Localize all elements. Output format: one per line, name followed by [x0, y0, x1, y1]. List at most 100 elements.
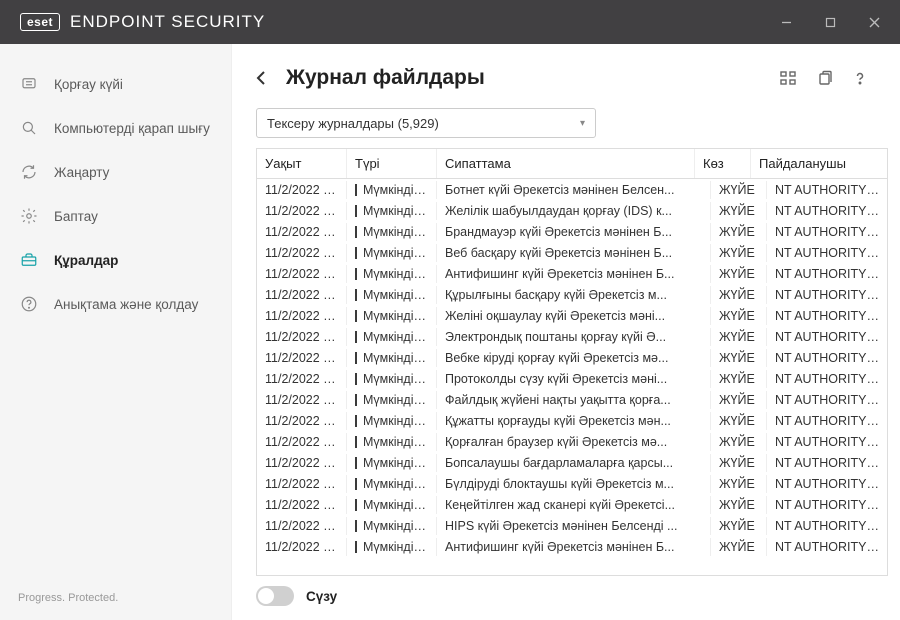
- cell-desc: Протоколды сүзу күйі Әрекетсіз мәні...: [437, 370, 711, 388]
- cell-time: 11/2/2022 8...: [257, 223, 347, 241]
- cell-desc: Веб басқару күйі Әрекетсіз мәнінен Б...: [437, 244, 711, 262]
- table-row[interactable]: 11/2/2022 8...Мүмкіндік ө...Желілік шабу…: [257, 200, 887, 221]
- cell-time: 11/2/2022 8...: [257, 307, 347, 325]
- sidebar-item-tools[interactable]: Құралдар: [0, 238, 231, 282]
- table-row[interactable]: 11/2/2022 8...Мүмкіндік ө...Веб басқару …: [257, 242, 887, 263]
- table-row[interactable]: 11/2/2022 8...Мүмкіндік ө...Электрондық …: [257, 326, 887, 347]
- table-row[interactable]: 11/2/2022 8...Мүмкіндік ө...Құжатты қорғ…: [257, 410, 887, 431]
- col-source-header[interactable]: Көз: [695, 149, 751, 178]
- cell-type: Мүмкіндік ө...: [347, 328, 437, 346]
- cell-user: NT AUTHORITY\SY...: [767, 202, 887, 220]
- cell-type: Мүмкіндік ө...: [347, 202, 437, 220]
- cell-desc: Кеңейтілген жад сканері күйі Әрекетсі...: [437, 496, 711, 514]
- cell-type: Мүмкіндік ө...: [347, 181, 437, 199]
- table-row[interactable]: 11/2/2022 8...Мүмкіндік ө...Антифишинг к…: [257, 536, 887, 557]
- app-title: ENDPOINT SECURITY: [70, 12, 265, 32]
- table-row[interactable]: 11/2/2022 8...Мүмкіндік ө...Антифишинг к…: [257, 263, 887, 284]
- log-type-dropdown[interactable]: Тексеру журналдары (5,929) ▾: [256, 108, 596, 138]
- log-table: Уақыт Түрі Сипаттама Көз Пайдаланушы 11/…: [256, 148, 888, 576]
- cell-source: ЖҮЙЕ: [711, 223, 767, 241]
- cell-type: Мүмкіндік ө...: [347, 391, 437, 409]
- table-row[interactable]: 11/2/2022 8...Мүмкіндік ө...Протоколды с…: [257, 368, 887, 389]
- logo: eset: [20, 13, 60, 31]
- help-button[interactable]: [844, 62, 876, 94]
- cell-type: Мүмкіндік ө...: [347, 370, 437, 388]
- table-row[interactable]: 11/2/2022 8...Мүмкіндік ө...Бүлдіруді бл…: [257, 473, 887, 494]
- search-icon: [18, 117, 40, 139]
- col-type-header[interactable]: Түрі: [347, 149, 437, 178]
- cell-type: Мүмкіндік ө...: [347, 454, 437, 472]
- sidebar-item-status[interactable]: Қорғау күйі: [0, 62, 231, 106]
- cell-desc: Электрондық поштаны қорғау күйі Ә...: [437, 328, 711, 346]
- cell-user: NT AUTHORITY\SY...: [767, 496, 887, 514]
- cell-user: NT AUTHORITY\SY...: [767, 370, 887, 388]
- table-row[interactable]: 11/2/2022 8...Мүмкіндік ө...Қорғалған бр…: [257, 431, 887, 452]
- cell-user: NT AUTHORITY\SY...: [767, 391, 887, 409]
- table-row[interactable]: 11/2/2022 8...Мүмкіндік ө...Желіні оқшау…: [257, 305, 887, 326]
- back-button[interactable]: [250, 67, 272, 89]
- close-button[interactable]: [852, 0, 896, 44]
- cell-type: Мүмкіндік ө...: [347, 307, 437, 325]
- cell-type: Мүмкіндік ө...: [347, 475, 437, 493]
- cell-time: 11/2/2022 8...: [257, 328, 347, 346]
- cell-user: NT AUTHORITY\SY...: [767, 307, 887, 325]
- cell-source: ЖҮЙЕ: [711, 517, 767, 535]
- table-row[interactable]: 11/2/2022 8...Мүмкіндік ө...Брандмауэр к…: [257, 221, 887, 242]
- col-desc-header[interactable]: Сипаттама: [437, 149, 695, 178]
- view-options-button[interactable]: [772, 62, 804, 94]
- sidebar-item-setup[interactable]: Баптау: [0, 194, 231, 238]
- cell-source: ЖҮЙЕ: [711, 202, 767, 220]
- cell-source: ЖҮЙЕ: [711, 391, 767, 409]
- cell-type: Мүмкіндік ө...: [347, 412, 437, 430]
- table-row[interactable]: 11/2/2022 8...Мүмкіндік ө...Кеңейтілген …: [257, 494, 887, 515]
- table-row[interactable]: 11/2/2022 8...Мүмкіндік ө...Ботнет күйі …: [257, 179, 887, 200]
- cell-user: NT AUTHORITY\SY...: [767, 538, 887, 556]
- maximize-button[interactable]: [808, 0, 852, 44]
- sidebar-item-label: Анықтама және қолдау: [54, 297, 198, 312]
- sidebar-item-label: Баптау: [54, 209, 98, 224]
- cell-desc: Құжатты қорғауды күйі Әрекетсіз мән...: [437, 412, 711, 430]
- table-row[interactable]: 11/2/2022 8...Мүмкіндік ө...Файлдық жүйе…: [257, 389, 887, 410]
- table-row[interactable]: 11/2/2022 8...Мүмкіндік ө...Құрылғыны ба…: [257, 284, 887, 305]
- cell-source: ЖҮЙЕ: [711, 349, 767, 367]
- cell-type: Мүмкіндік ө...: [347, 223, 437, 241]
- col-time-header[interactable]: Уақыт: [257, 149, 347, 178]
- cell-user: NT AUTHORITY\SY...: [767, 433, 887, 451]
- sidebar-item-scan[interactable]: Компьютерді қарап шығу: [0, 106, 231, 150]
- chevron-down-icon: ▾: [580, 118, 585, 129]
- cell-type: Мүмкіндік ө...: [347, 265, 437, 283]
- cell-desc: Бопсалаушы бағдарламаларға қарсы...: [437, 454, 711, 472]
- cell-time: 11/2/2022 8...: [257, 286, 347, 304]
- table-row[interactable]: 11/2/2022 8...Мүмкіндік ө...Вебке кіруді…: [257, 347, 887, 368]
- cell-user: NT AUTHORITY\SY...: [767, 475, 887, 493]
- col-user-header[interactable]: Пайдаланушы: [751, 149, 871, 178]
- gear-icon: [18, 205, 40, 227]
- cell-type: Мүмкіндік ө...: [347, 517, 437, 535]
- sidebar-item-label: Қорғау күйі: [54, 77, 123, 92]
- sidebar-item-update[interactable]: Жаңарту: [0, 150, 231, 194]
- sidebar-item-help[interactable]: Анықтама және қолдау: [0, 282, 231, 326]
- cell-source: ЖҮЙЕ: [711, 538, 767, 556]
- cell-user: NT AUTHORITY\SY...: [767, 328, 887, 346]
- page-title: Журнал файлдары: [286, 66, 768, 90]
- cell-user: NT AUTHORITY\SY...: [767, 265, 887, 283]
- cell-desc: Қорғалған браузер күйі Әрекетсіз мә...: [437, 433, 711, 451]
- cell-source: ЖҮЙЕ: [711, 370, 767, 388]
- table-body[interactable]: 11/2/2022 8...Мүмкіндік ө...Ботнет күйі …: [257, 179, 887, 575]
- minimize-button[interactable]: [764, 0, 808, 44]
- cell-type: Мүмкіндік ө...: [347, 286, 437, 304]
- cell-time: 11/2/2022 8...: [257, 433, 347, 451]
- copy-button[interactable]: [808, 62, 840, 94]
- cell-time: 11/2/2022 8...: [257, 370, 347, 388]
- filter-toggle[interactable]: [256, 586, 294, 606]
- table-row[interactable]: 11/2/2022 8...Мүмкіндік ө...HIPS күйі Әр…: [257, 515, 887, 536]
- cell-source: ЖҮЙЕ: [711, 265, 767, 283]
- cell-time: 11/2/2022 8...: [257, 475, 347, 493]
- cell-desc: Антифишинг күйі Әрекетсіз мәнінен Б...: [437, 538, 711, 556]
- cell-user: NT AUTHORITY\SY...: [767, 286, 887, 304]
- cell-user: NT AUTHORITY\SY...: [767, 349, 887, 367]
- cell-source: ЖҮЙЕ: [711, 475, 767, 493]
- cell-desc: Желілік шабуылдаудан қорғау (IDS) к...: [437, 202, 711, 220]
- table-row[interactable]: 11/2/2022 8...Мүмкіндік ө...Бопсалаушы б…: [257, 452, 887, 473]
- cell-source: ЖҮЙЕ: [711, 307, 767, 325]
